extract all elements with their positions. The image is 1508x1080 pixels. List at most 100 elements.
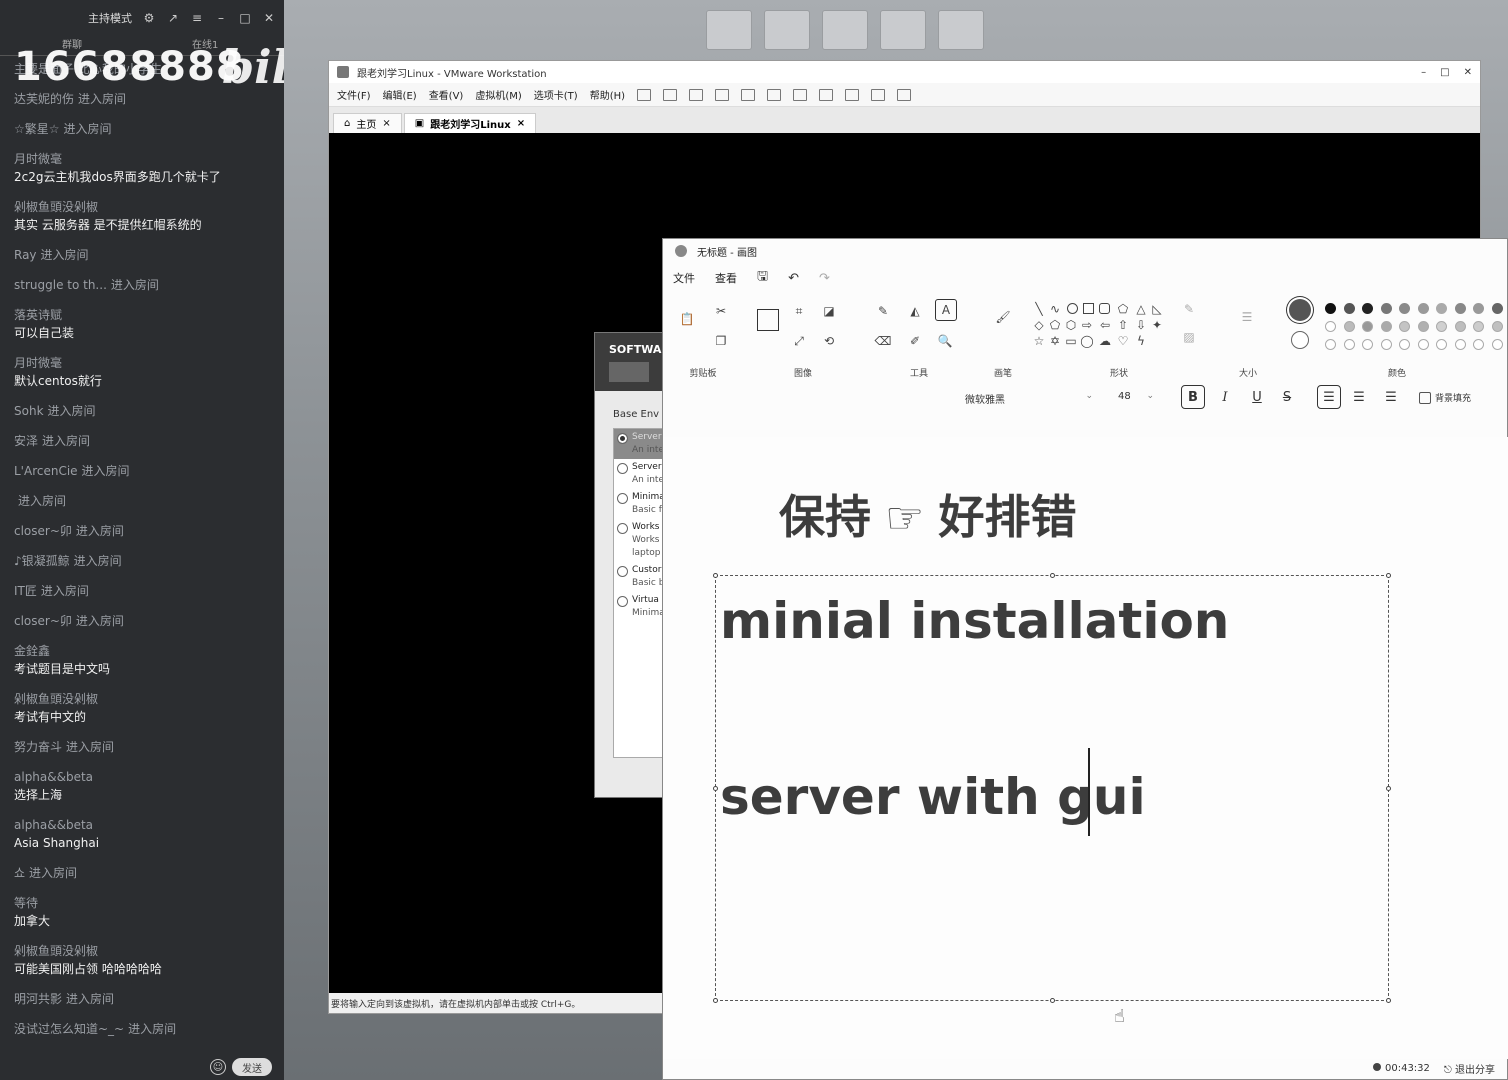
callout-cloud-shape-icon[interactable]: ☁ [1097, 333, 1113, 349]
font-name-select[interactable]: 微软雅黑 ⌄ [965, 391, 1093, 406]
chat-username[interactable]: IT匠 [14, 584, 37, 598]
color-swatch[interactable] [1343, 321, 1355, 332]
underline-button[interactable]: U [1245, 385, 1269, 409]
color-swatch[interactable] [1380, 303, 1392, 314]
resize-handle[interactable] [713, 573, 718, 578]
minimize-icon[interactable]: – [1421, 67, 1426, 78]
color-swatch[interactable] [1417, 303, 1429, 314]
color-swatch[interactable] [1491, 321, 1503, 332]
redo-icon[interactable]: ↷ [819, 271, 830, 286]
stretch-icon[interactable] [897, 88, 912, 101]
tab-home[interactable]: ⌂ 主页 × [333, 113, 402, 133]
menu-help[interactable]: 帮助(H) [590, 87, 625, 102]
secondary-color-swatch[interactable] [1291, 331, 1309, 349]
color-swatch[interactable] [1399, 321, 1410, 332]
right-arrow-shape-icon[interactable]: ⇨ [1079, 317, 1095, 333]
menu-tabs[interactable]: 选项卡(T) [534, 87, 578, 102]
resize-handle[interactable] [1050, 573, 1055, 578]
environment-option[interactable]: Virtua Minima [614, 592, 663, 622]
chat-username[interactable]: 剁椒鱼頭没剁椒 [14, 200, 98, 214]
stroke-size-icon[interactable]: ☰ [1239, 309, 1255, 325]
italic-button[interactable]: I [1213, 385, 1237, 409]
chat-username[interactable]: ♪银凝孤鲸 [14, 554, 70, 568]
send-keys-icon[interactable] [663, 88, 678, 101]
chat-username[interactable]: 达芙妮的伤 [14, 92, 74, 106]
chat-username[interactable]: 明河共影 [14, 992, 62, 1006]
cut-icon[interactable]: ✂ [713, 303, 729, 319]
resize-handle[interactable] [1050, 998, 1055, 1003]
revert-snapshot-icon[interactable] [715, 88, 730, 101]
thumbnail-icon[interactable] [793, 88, 808, 101]
chat-username[interactable]: Ray [14, 248, 37, 262]
rotate-icon[interactable]: ⟲ [821, 333, 837, 349]
color-swatch[interactable] [1325, 339, 1336, 350]
resize-icon[interactable]: ⤢ [791, 333, 807, 349]
six-point-star-shape-icon[interactable]: ✡ [1047, 333, 1063, 349]
callout-oval-shape-icon[interactable]: ◯ [1079, 333, 1095, 349]
hexagon-shape-icon[interactable]: ⬡ [1063, 317, 1079, 333]
settings-icon[interactable]: ⚙ [142, 11, 156, 25]
color-swatch[interactable] [1436, 321, 1447, 332]
strikethrough-button[interactable]: S [1275, 385, 1299, 409]
fullscreen-icon[interactable] [819, 88, 834, 101]
remove-background-icon[interactable]: ◪ [821, 303, 837, 319]
chat-username[interactable]: 等待 [14, 896, 38, 910]
callout-rect-shape-icon[interactable]: ▭ [1063, 333, 1079, 349]
color-picker-icon[interactable]: ✐ [907, 333, 923, 349]
exit-share-button[interactable]: ⎋ 退出分享 [1444, 1061, 1495, 1076]
resize-handle[interactable] [1386, 786, 1391, 791]
undo-icon[interactable]: ↶ [788, 271, 799, 286]
magnifier-icon[interactable]: 🔍 [937, 333, 953, 349]
desktop-folder-icon[interactable] [880, 10, 926, 50]
color-swatch[interactable] [1491, 303, 1503, 314]
text-box[interactable]: minial installation server with gui ☝ [713, 573, 1391, 1027]
tab-vm[interactable]: ▣ 跟老刘学习Linux × [403, 113, 537, 133]
resize-handle[interactable] [713, 786, 718, 791]
menu-view[interactable]: 查看 [715, 270, 737, 286]
color-swatch[interactable] [1454, 321, 1466, 332]
chat-username[interactable]: 落英诗赋 [14, 308, 62, 322]
right-triangle-shape-icon[interactable]: ◺ [1149, 301, 1165, 317]
pentagon-shape-icon[interactable]: ⬠ [1047, 317, 1063, 333]
lightning-shape-icon[interactable]: ϟ [1133, 333, 1149, 349]
rectangle-shape-icon[interactable] [1083, 303, 1094, 314]
snapshot-icon[interactable] [689, 88, 704, 101]
down-arrow-shape-icon[interactable]: ⇩ [1133, 317, 1149, 333]
pause-icon[interactable] [637, 88, 652, 101]
unity-icon[interactable] [845, 88, 860, 101]
rounded-rectangle-shape-icon[interactable] [1099, 303, 1110, 314]
crop-icon[interactable]: ⌗ [791, 303, 807, 319]
paste-icon[interactable]: 📋 [679, 311, 695, 327]
four-point-star-shape-icon[interactable]: ✦ [1149, 317, 1165, 333]
color-swatch[interactable] [1399, 303, 1410, 314]
close-icon[interactable]: ✕ [1464, 67, 1472, 78]
color-swatch[interactable] [1362, 303, 1373, 314]
color-swatch[interactable] [1362, 339, 1373, 350]
up-arrow-shape-icon[interactable]: ⇧ [1115, 317, 1131, 333]
eraser-icon[interactable]: ⌫ [875, 333, 892, 349]
chat-username[interactable]: 月时微毫 [14, 152, 62, 166]
chat-username[interactable]: struggle to th... [14, 278, 107, 292]
align-left-button[interactable]: ☰ [1317, 385, 1341, 409]
desktop-folder-icon[interactable] [822, 10, 868, 50]
pencil-icon[interactable]: ✎ [875, 303, 891, 319]
close-tab-icon[interactable]: × [517, 118, 525, 129]
color-swatch[interactable] [1454, 303, 1466, 314]
align-right-button[interactable]: ☰ [1379, 385, 1403, 409]
resize-handle[interactable] [1386, 998, 1391, 1003]
resize-handle[interactable] [1386, 573, 1391, 578]
color-swatch[interactable] [1417, 321, 1429, 332]
chat-username[interactable]: 剁椒鱼頭没剁椒 [14, 692, 98, 706]
chat-username[interactable]: 没试过怎么知道~_~ [14, 1022, 124, 1036]
chat-username[interactable]: L'ArcenCie [14, 464, 78, 478]
snapshot-manager-icon[interactable] [741, 88, 756, 101]
color-swatch[interactable] [1362, 321, 1373, 332]
bold-button[interactable]: B [1181, 385, 1205, 409]
environment-option[interactable]: Server An inte [614, 459, 663, 489]
color-swatch[interactable] [1325, 303, 1336, 314]
heart-shape-icon[interactable]: ♡ [1115, 333, 1131, 349]
color-swatch[interactable] [1491, 339, 1503, 350]
color-swatch[interactable] [1399, 339, 1410, 350]
align-center-button[interactable]: ☰ [1347, 385, 1371, 409]
color-swatch[interactable] [1473, 303, 1484, 314]
